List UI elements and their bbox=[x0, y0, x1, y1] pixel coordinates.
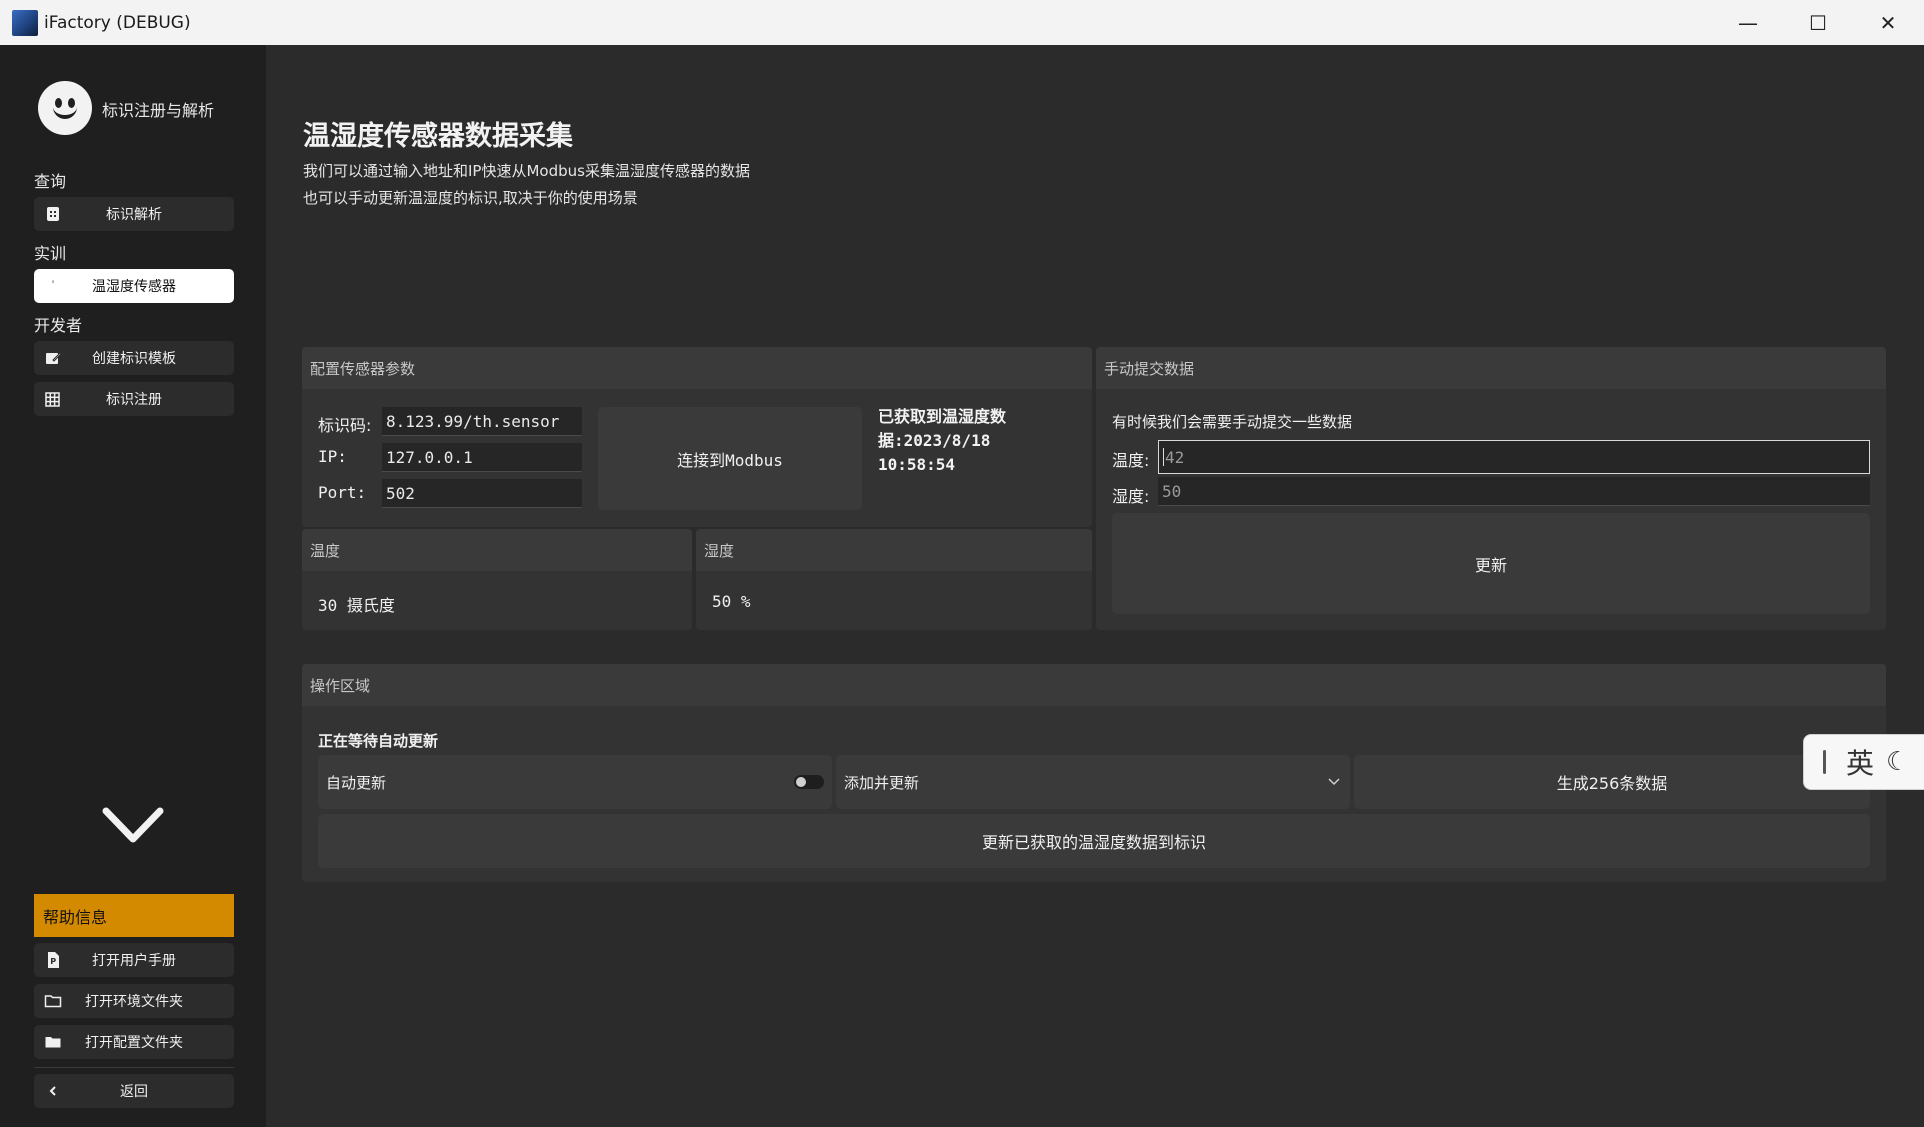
manual-submit-panel: 手动提交数据 有时候我们会需要手动提交一些数据 温度: 42 湿度: 50 更新 bbox=[1096, 347, 1886, 630]
svg-text:P: P bbox=[50, 957, 56, 966]
open-config-folder-button[interactable]: 打开配置文件夹 bbox=[34, 1025, 234, 1059]
sidebar-item-temp-humidity-sensor[interactable]: ˈ 温湿度传感器 bbox=[34, 269, 234, 303]
generate-256-data-button[interactable]: 生成256条数据 bbox=[1354, 755, 1870, 809]
push-data-to-identifier-button[interactable]: 更新已获取的温湿度数据到标识 bbox=[318, 814, 1870, 868]
drag-handle-icon[interactable] bbox=[1823, 750, 1826, 774]
ip-input[interactable]: 127.0.0.1 bbox=[382, 443, 582, 472]
page-description-2: 也可以手动更新温湿度的标识,取决于你的使用场景 bbox=[303, 189, 638, 207]
manual-temperature-input[interactable]: 42 bbox=[1158, 440, 1870, 474]
page-title: 温湿度传感器数据采集 bbox=[303, 121, 573, 152]
chevron-left-icon bbox=[44, 1082, 62, 1100]
sidebar-item-identifier-register[interactable]: 标识注册 bbox=[34, 382, 234, 416]
close-icon: ✕ bbox=[1879, 10, 1897, 35]
title-bar: iFactory (DEBUG) — ☐ ✕ bbox=[0, 0, 1924, 45]
update-mode-value: 添加并更新 bbox=[844, 773, 920, 792]
port-label: Port: bbox=[318, 483, 367, 502]
panel-header: 温度 bbox=[302, 529, 692, 571]
panel-header: 配置传感器参数 bbox=[302, 347, 1092, 389]
section-label-training: 实训 bbox=[34, 244, 67, 263]
main-content: 温湿度传感器数据采集 我们可以通过输入地址和IP快速从Modbus采集温湿度传感… bbox=[266, 45, 1924, 1127]
sidebar-item-label: 打开用户手册 bbox=[92, 953, 176, 969]
config-sensor-panel: 配置传感器参数 标识码: 8.123.99/th.sensor IP: 127.… bbox=[302, 347, 1092, 527]
folder-outline-icon bbox=[44, 992, 62, 1010]
chevron-down-icon[interactable] bbox=[102, 805, 164, 845]
temperature-panel: 温度 30 摄氏度 bbox=[302, 529, 692, 630]
minimize-icon: — bbox=[1738, 10, 1758, 35]
temp-input-label: 温度: bbox=[1112, 451, 1150, 470]
panel-header: 湿度 bbox=[696, 529, 1092, 571]
edit-icon bbox=[44, 349, 62, 367]
auto-update-toggle-row[interactable]: 自动更新 bbox=[318, 755, 832, 809]
chevron-down-icon bbox=[1328, 778, 1340, 786]
grid-icon bbox=[44, 390, 62, 408]
humidity-panel: 湿度 50 % bbox=[696, 529, 1092, 630]
avatar-smiley-icon bbox=[38, 81, 92, 135]
brand-title: 标识注册与解析 bbox=[102, 101, 215, 120]
sidebar: 标识注册与解析 查询 标识解析 实训 ˈ 温湿度传感器 开发者 创建标识模板 标… bbox=[0, 45, 266, 1127]
open-user-manual-button[interactable]: P 打开用户手册 bbox=[34, 943, 234, 977]
app-logo-icon bbox=[12, 9, 38, 36]
sidebar-item-label: 标识注册 bbox=[106, 392, 162, 408]
auto-update-status: 正在等待自动更新 bbox=[318, 732, 439, 750]
back-button[interactable]: 返回 bbox=[34, 1074, 234, 1108]
ime-mode-indicator[interactable]: 英 bbox=[1846, 742, 1874, 782]
auto-update-label: 自动更新 bbox=[326, 773, 387, 792]
sidebar-item-label: 打开配置文件夹 bbox=[85, 1035, 183, 1051]
section-label-developer: 开发者 bbox=[34, 316, 83, 335]
open-env-folder-button[interactable]: 打开环境文件夹 bbox=[34, 984, 234, 1018]
connect-modbus-button[interactable]: 连接到Modbus bbox=[598, 407, 862, 510]
sidebar-item-label: 标识解析 bbox=[106, 207, 162, 223]
manual-hint: 有时候我们会需要手动提交一些数据 bbox=[1112, 413, 1353, 431]
port-input[interactable]: 502 bbox=[382, 479, 582, 508]
ime-toolbar[interactable]: 英 ☾ bbox=[1803, 734, 1924, 790]
sidebar-item-identifier-resolve[interactable]: 标识解析 bbox=[34, 197, 234, 231]
humidity-input-label: 湿度: bbox=[1112, 487, 1150, 506]
section-label-query: 查询 bbox=[34, 172, 67, 191]
ip-label: IP: bbox=[318, 447, 347, 466]
operations-panel: 操作区域 正在等待自动更新 自动更新 添加并更新 生成256条数据 更新已获取的… bbox=[302, 664, 1886, 882]
minimize-button[interactable]: — bbox=[1713, 0, 1783, 45]
maximize-icon: ☐ bbox=[1809, 10, 1827, 35]
back-label: 返回 bbox=[120, 1084, 148, 1100]
close-button[interactable]: ✕ bbox=[1853, 0, 1923, 45]
sidebar-item-label: 温湿度传感器 bbox=[92, 279, 176, 295]
auto-update-switch[interactable] bbox=[794, 775, 824, 789]
building-icon bbox=[44, 205, 62, 223]
moon-icon[interactable]: ☾ bbox=[1886, 747, 1909, 777]
connection-status: 已获取到温湿度数 据:2023/8/18 10:58:54 bbox=[878, 407, 1007, 474]
help-section-header: 帮助信息 bbox=[34, 894, 234, 937]
folder-icon bbox=[44, 1033, 62, 1051]
identifier-code-input[interactable]: 8.123.99/th.sensor bbox=[382, 407, 582, 436]
sidebar-item-create-template[interactable]: 创建标识模板 bbox=[34, 341, 234, 375]
code-label: 标识码: bbox=[318, 416, 372, 435]
temperature-value: 30 摄氏度 bbox=[318, 596, 395, 615]
manual-update-button[interactable]: 更新 bbox=[1112, 513, 1870, 614]
window-title: iFactory (DEBUG) bbox=[44, 12, 191, 33]
divider bbox=[34, 1067, 234, 1068]
sensor-icon: ˈ bbox=[51, 280, 55, 291]
manual-humidity-input[interactable]: 50 bbox=[1158, 477, 1870, 506]
panel-header: 手动提交数据 bbox=[1096, 347, 1886, 389]
page-description-1: 我们可以通过输入地址和IP快速从Modbus采集温湿度传感器的数据 bbox=[303, 162, 750, 180]
humidity-value: 50 % bbox=[712, 592, 751, 611]
maximize-button[interactable]: ☐ bbox=[1783, 0, 1853, 45]
document-icon: P bbox=[44, 951, 62, 969]
sidebar-item-label: 创建标识模板 bbox=[92, 351, 176, 367]
update-mode-select[interactable]: 添加并更新 bbox=[836, 755, 1350, 809]
panel-header: 操作区域 bbox=[302, 664, 1886, 706]
sidebar-item-label: 打开环境文件夹 bbox=[85, 994, 183, 1010]
